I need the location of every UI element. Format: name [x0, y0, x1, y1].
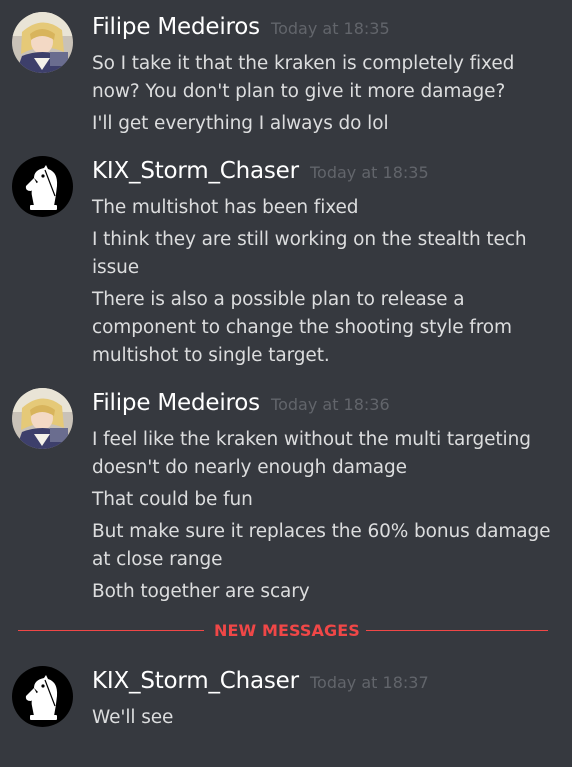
message-text: The multishot has been fixed: [92, 197, 359, 218]
chess-knight-avatar-icon: [12, 156, 73, 217]
chess-knight-avatar-icon: [12, 666, 73, 727]
message-text: There is also a possible plan to release…: [92, 289, 512, 366]
message-text: I think they are still working on the st…: [92, 229, 527, 278]
message-lines: We'll see: [92, 704, 552, 736]
new-messages-label: NEW MESSAGES: [214, 621, 360, 640]
message-text: We'll see: [92, 707, 174, 728]
username[interactable]: KIX_Storm_Chaser: [92, 158, 299, 184]
avatar[interactable]: [12, 388, 73, 449]
divider-line: [366, 630, 548, 631]
avatar[interactable]: [12, 12, 73, 73]
message-text: Both together are scary: [92, 581, 310, 602]
username[interactable]: KIX_Storm_Chaser: [92, 668, 299, 694]
message-text: So I take it that the kraken is complete…: [92, 53, 515, 102]
avatar[interactable]: [12, 666, 73, 727]
username[interactable]: Filipe Medeiros: [92, 14, 260, 40]
message-header: KIX_Storm_Chaser Today at 18:35: [92, 158, 429, 194]
message-lines: I feel like the kraken without the multi…: [92, 426, 552, 610]
timestamp: Today at 18:35: [309, 163, 429, 182]
chat-message-list: Filipe Medeiros Today at 18:35 So I take…: [0, 0, 572, 767]
message-text: I'll get everything I always do lol: [92, 113, 389, 134]
message-header: KIX_Storm_Chaser Today at 18:37: [92, 668, 429, 704]
username[interactable]: Filipe Medeiros: [92, 390, 260, 416]
timestamp: Today at 18:36: [271, 395, 390, 414]
message-header: Filipe Medeiros Today at 18:36: [92, 390, 390, 426]
message-text: But make sure it replaces the 60% bonus …: [92, 521, 551, 570]
anime-character-avatar-icon: [12, 388, 73, 449]
divider-line: [18, 630, 204, 631]
message-text: That could be fun: [92, 489, 253, 510]
anime-character-avatar-icon: [12, 12, 73, 73]
timestamp: Today at 18:37: [309, 673, 429, 692]
message-text: I feel like the kraken without the multi…: [92, 429, 531, 478]
timestamp: Today at 18:35: [271, 19, 390, 38]
message-lines: The multishot has been fixed I think the…: [92, 194, 552, 374]
avatar[interactable]: [12, 156, 73, 217]
message-lines: So I take it that the kraken is complete…: [92, 50, 552, 142]
new-messages-divider: NEW MESSAGES: [18, 619, 548, 643]
message-header: Filipe Medeiros Today at 18:35: [92, 14, 390, 50]
